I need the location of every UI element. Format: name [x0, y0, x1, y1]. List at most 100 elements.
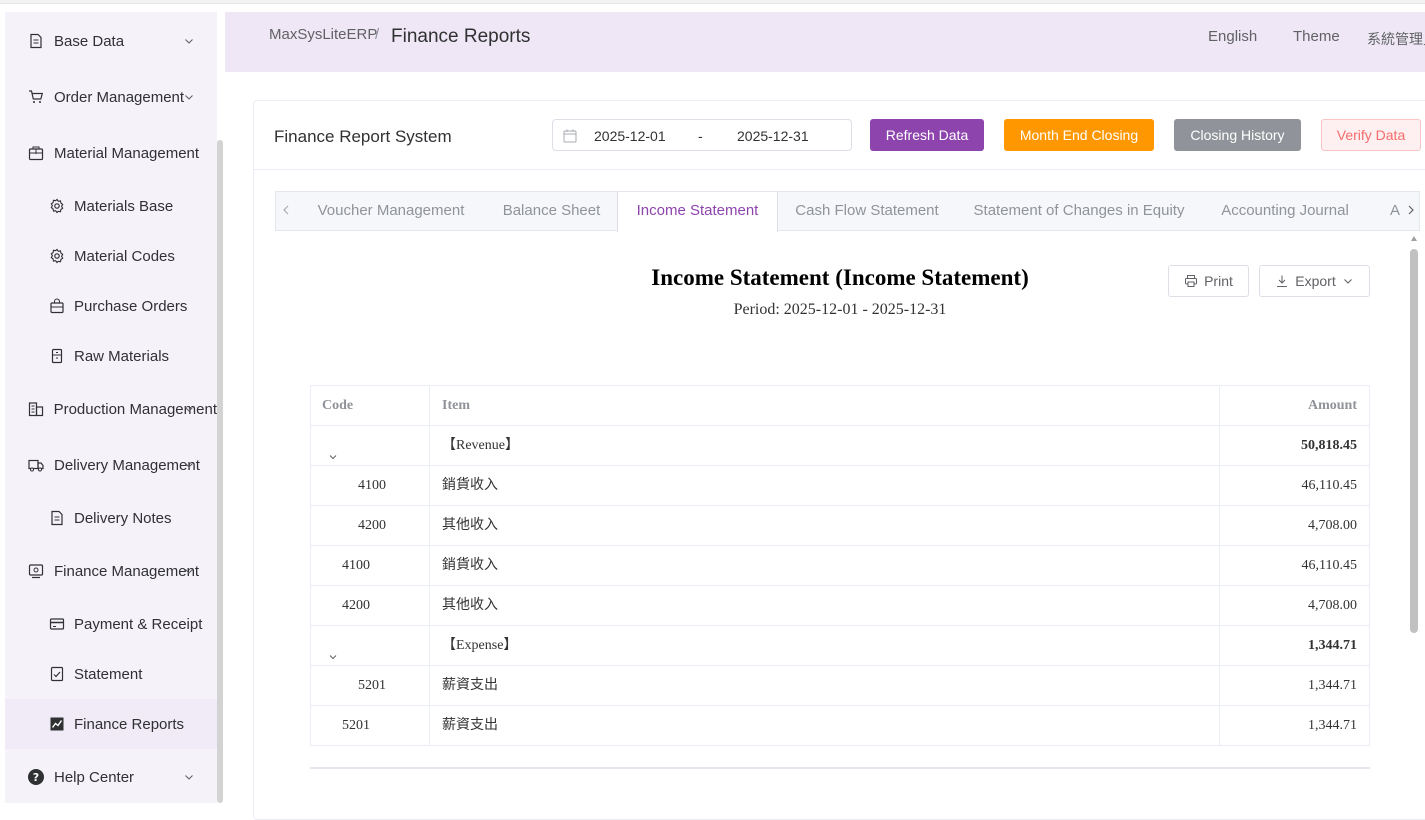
sidebar-item-finance-management[interactable]: Finance Management: [5, 546, 217, 596]
theme-switch[interactable]: Theme: [1293, 28, 1340, 45]
expand-toggle-icon[interactable]: [327, 440, 339, 460]
chevron-down-icon: [183, 34, 195, 46]
sidebar-item-raw-materials[interactable]: Raw Materials: [5, 331, 217, 381]
export-dropdown[interactable]: Export: [1259, 265, 1370, 297]
calendar-icon: [563, 129, 577, 143]
cell-amount: 4,708.00: [1308, 518, 1357, 533]
svg-text:?: ?: [33, 771, 39, 784]
sidebar-item-label: Delivery Notes: [74, 509, 172, 527]
gear-icon: [48, 247, 66, 265]
closing-history-button[interactable]: Closing History: [1174, 119, 1301, 151]
refresh-data-button[interactable]: Refresh Data: [870, 119, 984, 151]
print-label: Print: [1204, 273, 1233, 289]
language-switch[interactable]: English: [1208, 28, 1257, 45]
sidebar-item-base-data[interactable]: Base Data: [5, 16, 217, 66]
sidebar-item-materials-base[interactable]: Materials Base: [5, 181, 217, 231]
cell-item: 其他收入: [430, 586, 1220, 625]
checklist-icon: [48, 665, 66, 683]
cart-icon: [27, 88, 45, 106]
cell-code: 4200: [311, 506, 430, 545]
printer-icon: [1185, 275, 1198, 287]
tab-a[interactable]: A: [1368, 192, 1400, 231]
table-group-row[interactable]: 【Expense】 1,344.71: [311, 626, 1369, 666]
expand-toggle-icon[interactable]: [327, 640, 339, 660]
box-icon: [27, 144, 45, 162]
date-start-input[interactable]: 2025-12-01: [594, 128, 666, 144]
sidebar-item-label: Base Data: [54, 32, 125, 50]
cell-item: 薪資支出: [430, 706, 1220, 745]
date-range-separator: -: [698, 128, 703, 144]
date-end-input[interactable]: 2025-12-31: [737, 128, 809, 144]
sidebar-item-label: Statement: [74, 665, 143, 683]
verify-data-button[interactable]: Verify Data: [1321, 119, 1421, 151]
tab-statement-of-changes-in-equity[interactable]: Statement of Changes in Equity: [956, 192, 1202, 231]
sidebar-item-production-management[interactable]: Production Management: [5, 384, 217, 434]
breadcrumb-separator: /: [375, 26, 380, 43]
sidebar-item-delivery-notes[interactable]: Delivery Notes: [5, 493, 217, 543]
building-icon: [27, 400, 45, 418]
tab-scroll-left-icon[interactable]: [279, 203, 293, 217]
column-header-item: Item: [430, 386, 1220, 425]
month-end-closing-button[interactable]: Month End Closing: [1004, 119, 1154, 151]
sidebar-item-material-management[interactable]: Material Management: [5, 128, 217, 178]
sidebar-item-finance-reports[interactable]: Finance Reports: [5, 699, 217, 749]
table-row: 4200 其他收入 4,708.00: [311, 586, 1369, 626]
sidebar: Base Data Order Management Material Manage…: [5, 12, 217, 803]
cell-amount: 46,110.45: [1301, 478, 1357, 493]
user-menu[interactable]: 系統管理員: [1367, 29, 1425, 49]
tab-voucher-management[interactable]: Voucher Management: [297, 192, 485, 231]
table-group-row[interactable]: 【Revenue】 50,818.45: [311, 426, 1369, 466]
sidebar-item-label: Help Center: [54, 768, 135, 786]
cell-item: 銷貨收入: [430, 466, 1220, 505]
sidebar-item-label: Purchase Orders: [74, 297, 188, 315]
sidebar-item-statement[interactable]: Statement: [5, 649, 217, 699]
tab-income-statement[interactable]: Income Statement: [617, 192, 778, 232]
income-statement-table: Code Item Amount 【Revenue】 50,818.45 4100 銷…: [310, 385, 1370, 746]
sidebar-item-delivery-management[interactable]: Delivery Management: [5, 440, 217, 490]
truck-icon: [27, 456, 45, 474]
sidebar-scrollbar[interactable]: [217, 140, 223, 803]
sidebar-item-purchase-orders[interactable]: Purchase Orders: [5, 281, 217, 331]
gear-icon: [48, 197, 66, 215]
sidebar-item-label: Materials Base: [74, 197, 174, 215]
table-row: 4100 銷貨收入 46,110.45: [311, 546, 1369, 586]
date-range-picker[interactable]: 2025-12-01 - 2025-12-31: [552, 119, 852, 151]
breadcrumb-current: Finance Reports: [391, 26, 531, 47]
finance-icon: [27, 562, 45, 580]
cell-code: 4100: [311, 466, 430, 505]
cell-code: [311, 426, 430, 465]
tab-cash-flow-statement[interactable]: Cash Flow Statement: [778, 192, 956, 231]
print-button[interactable]: Print: [1168, 265, 1249, 297]
cell-item: 薪資支出: [430, 666, 1220, 705]
scroll-up-icon[interactable]: [1410, 235, 1418, 243]
window-top-border: [0, 0, 1425, 4]
sidebar-item-help-center[interactable]: ? Help Center: [5, 752, 217, 802]
card-title: Finance Report System: [274, 127, 452, 146]
chevron-down-icon: [183, 90, 195, 102]
top-header: MaxSysLiteERP / Finance Reports English …: [225, 12, 1425, 72]
cell-code: [311, 626, 430, 665]
tab-accounting-journal[interactable]: Accounting Journal: [1202, 192, 1368, 231]
table-row: 5201 薪資支出 1,344.71: [311, 706, 1369, 746]
chevron-down-icon: [183, 402, 195, 414]
cell-code: 4200: [311, 586, 430, 625]
finance-report-card: Finance Report System 2025-12-01 - 2025-…: [253, 100, 1425, 820]
table-row: 4200 其他收入 4,708.00: [311, 506, 1369, 546]
sidebar-item-label: Material Codes: [74, 247, 175, 265]
cell-item: 【Revenue】: [430, 426, 1220, 465]
tab-scroll-right-icon[interactable]: [1404, 203, 1418, 217]
breadcrumb-home[interactable]: MaxSysLiteERP: [269, 26, 377, 43]
card-icon: [48, 615, 66, 633]
sidebar-item-order-management[interactable]: Order Management: [5, 72, 217, 122]
report-scrollbar[interactable]: [1410, 249, 1418, 633]
cell-amount: 4,708.00: [1308, 598, 1357, 613]
sidebar-item-material-codes[interactable]: Material Codes: [5, 231, 217, 281]
tab-balance-sheet[interactable]: Balance Sheet: [485, 192, 618, 231]
sidebar-item-payment-and-receipt[interactable]: Payment & Receipt: [5, 599, 217, 649]
chevron-down-icon: [1343, 279, 1352, 284]
report-period: Period: 2025-12-01 - 2025-12-31: [733, 301, 947, 318]
sidebar-item-label: Delivery Management: [54, 456, 200, 474]
cell-amount: 1,344.71: [1308, 678, 1357, 693]
table-row: 4100 銷貨收入 46,110.45: [311, 466, 1369, 506]
cell-item: 【Expense】: [430, 626, 1220, 665]
